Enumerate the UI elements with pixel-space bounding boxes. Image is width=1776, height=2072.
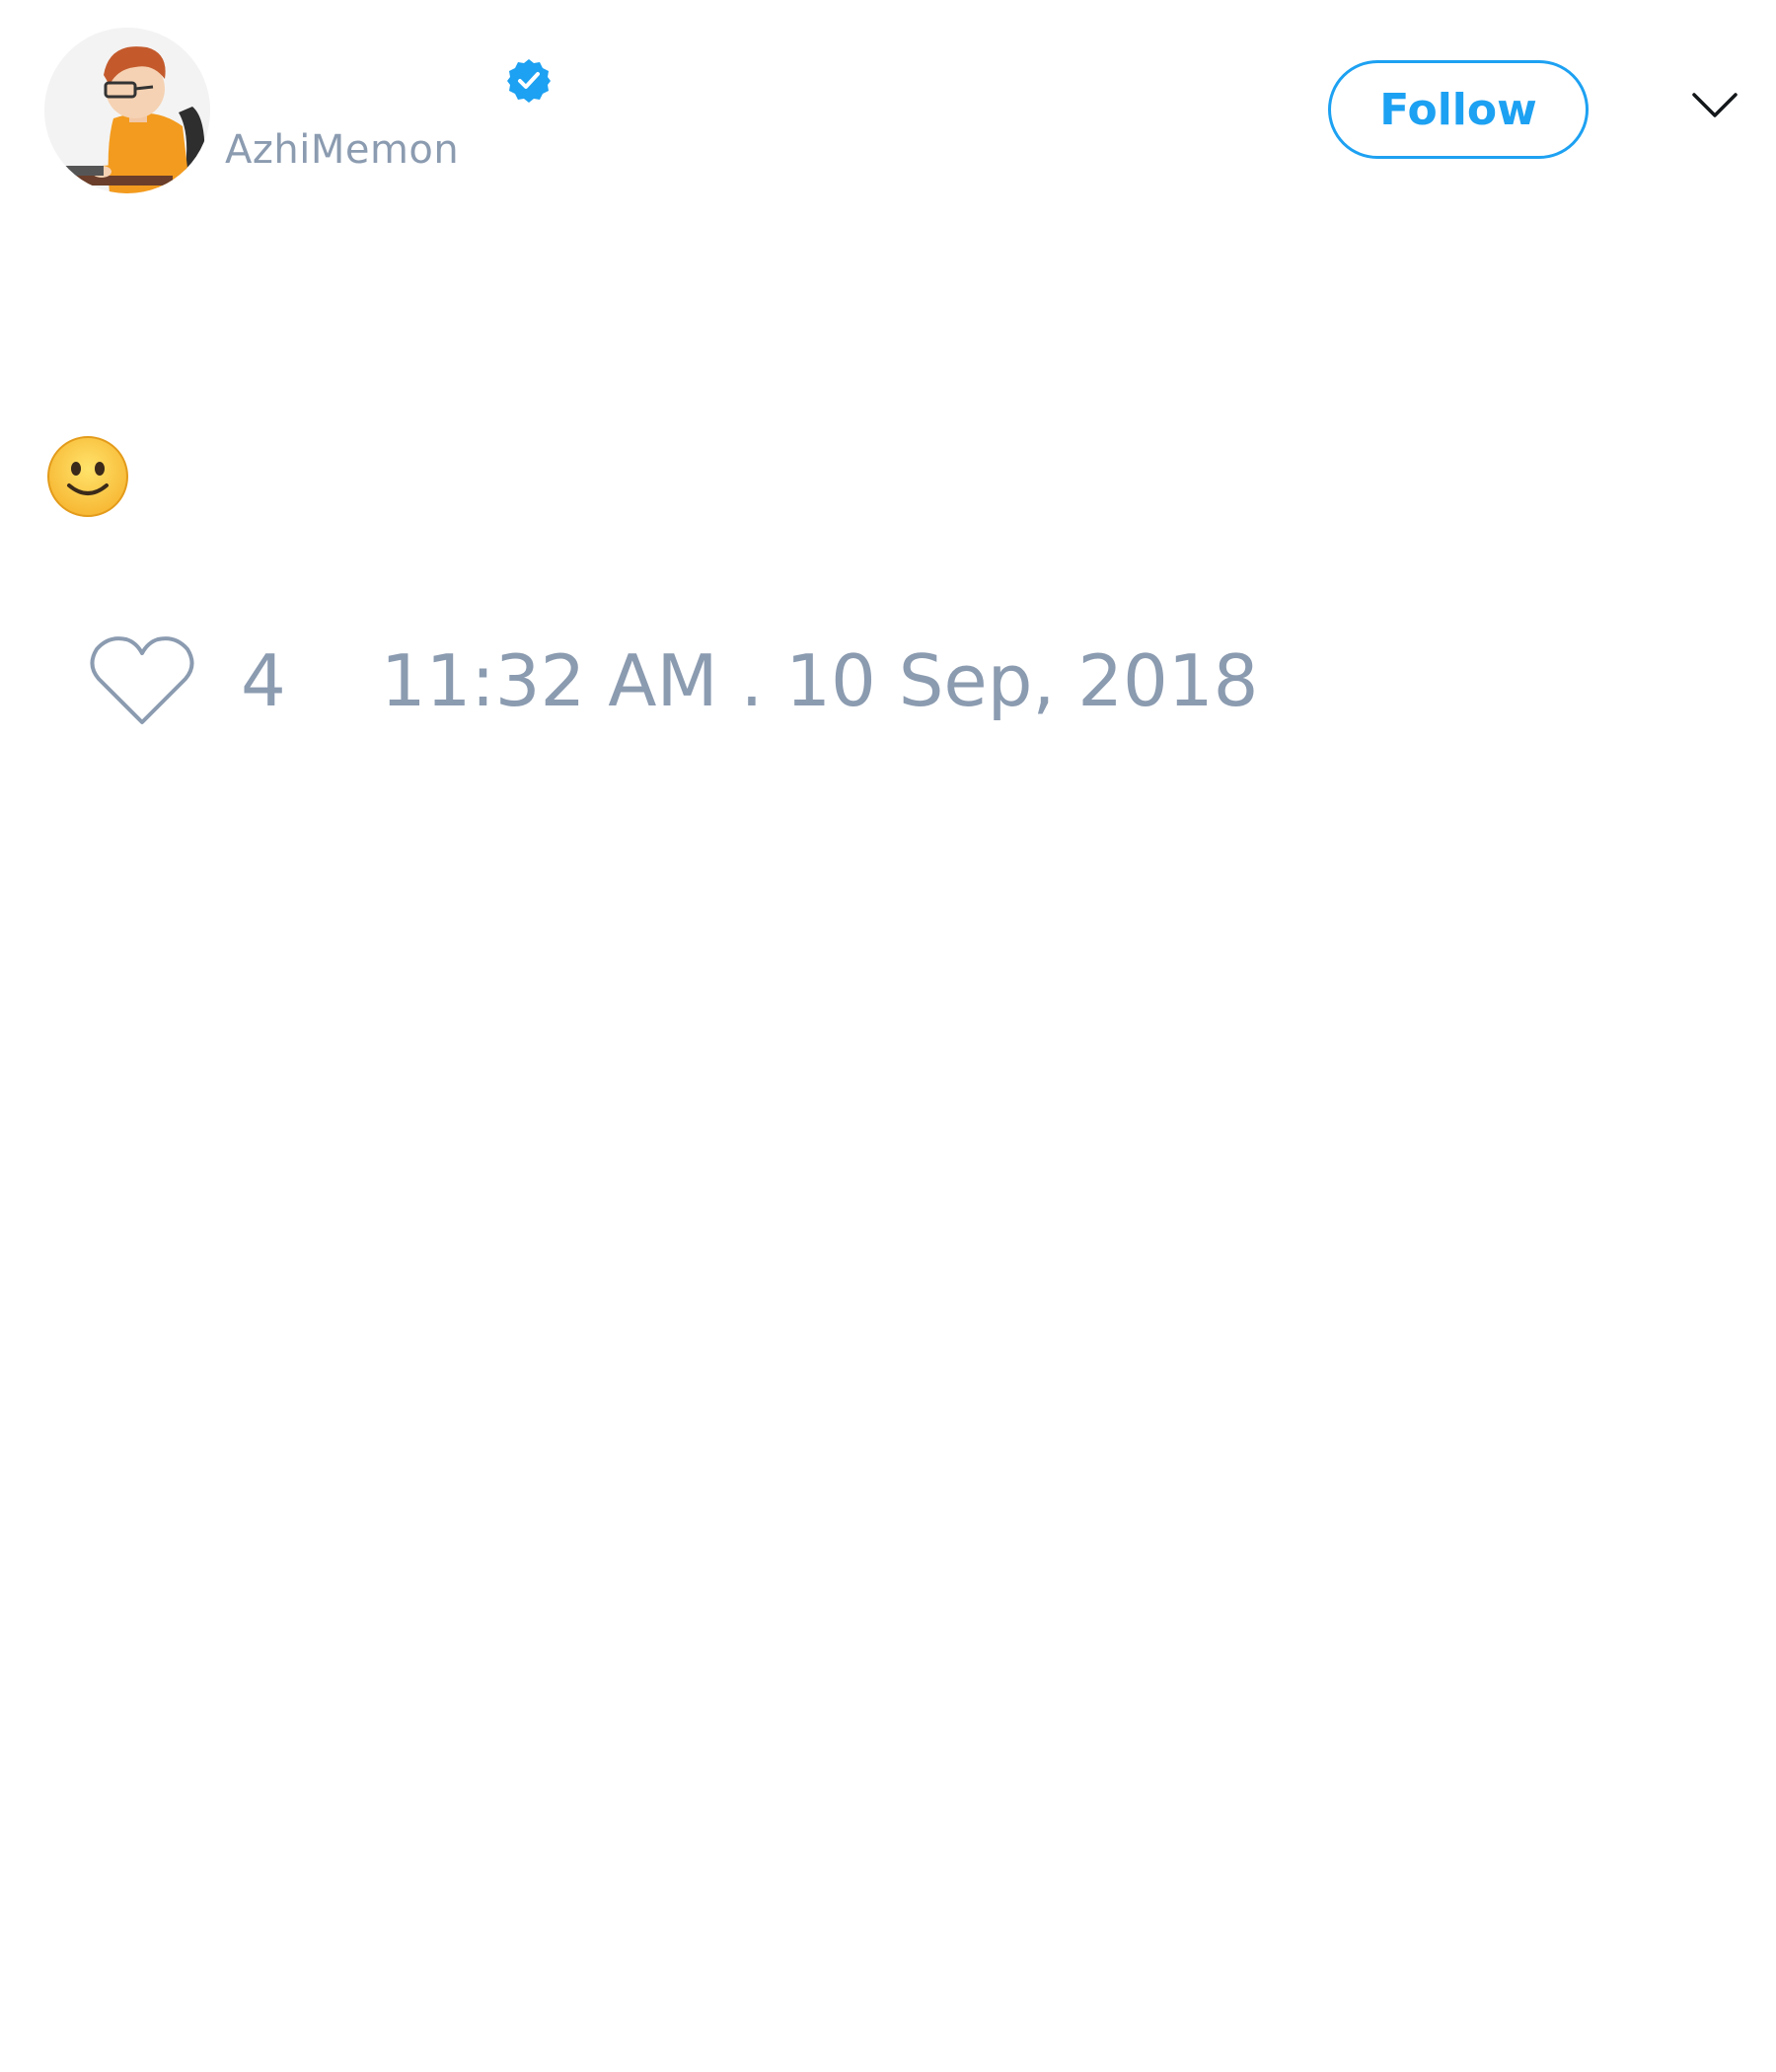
- tweet-timestamp[interactable]: 11:32 AM . 10 Sep, 2018: [381, 631, 1259, 730]
- like-count: 4: [241, 639, 286, 722]
- author-avatar[interactable]: [44, 28, 210, 193]
- tweet-actions: 4 11:32 AM . 10 Sep, 2018: [89, 631, 1258, 730]
- heart-outline-icon[interactable]: [89, 633, 195, 728]
- smiling-face-emoji-icon: [47, 436, 128, 517]
- chevron-down-icon[interactable]: [1691, 91, 1739, 120]
- follow-button[interactable]: Follow: [1328, 60, 1589, 159]
- verified-badge-icon: [507, 59, 551, 103]
- developer-avatar-icon: [44, 28, 210, 193]
- author-handle[interactable]: AzhiMemon: [225, 126, 459, 174]
